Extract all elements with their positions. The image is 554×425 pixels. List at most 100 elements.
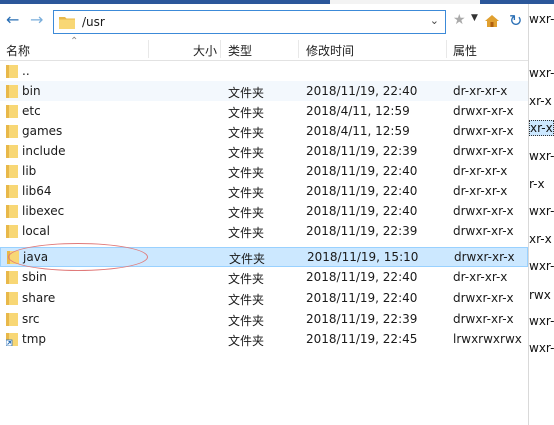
column-divider[interactable] [220, 40, 221, 58]
adjacent-perm-text: wxr- [529, 341, 554, 355]
file-type: 文件夹 [228, 206, 265, 220]
file-name: lib [22, 164, 37, 178]
file-modified: 2018/11/19, 22:39 [306, 224, 418, 238]
file-row-java[interactable]: java 文件夹 2018/11/19, 15:10 drwxr-xr-x [0, 243, 528, 271]
file-row-etc[interactable]: etc 文件夹 2018/4/11, 12:59 drwxr-xr-x [0, 101, 528, 121]
file-row-share[interactable]: share 文件夹 2018/11/19, 22:40 drwxr-xr-x [0, 288, 528, 308]
adjacent-perm-text: wxr- [529, 314, 554, 328]
file-permissions: dr-xr-xr-x [453, 164, 508, 178]
folder-icon [6, 313, 18, 326]
file-permissions: drwxr-xr-x [453, 224, 514, 238]
column-size[interactable]: 大小 [193, 42, 217, 59]
file-name: bin [22, 84, 41, 98]
address-bar[interactable]: /usr ⌄ [53, 10, 446, 34]
adjacent-perm-text: xr-x [529, 120, 554, 136]
folder-icon [59, 17, 75, 29]
column-divider[interactable] [148, 40, 149, 58]
file-permissions: lrwxrwxrwx [453, 332, 522, 346]
folder-icon [6, 185, 18, 198]
folder-icon [6, 65, 18, 78]
adjacent-perm-text: wxr- [529, 204, 554, 218]
file-name: src [22, 312, 40, 326]
file-row-parent[interactable]: .. [0, 61, 528, 81]
file-row-tmp[interactable]: tmp 文件夹 2018/11/19, 22:45 lrwxrwxrwx [0, 329, 528, 349]
file-type: 文件夹 [228, 334, 265, 348]
file-modified: 2018/11/19, 22:39 [306, 144, 418, 158]
folder-icon [6, 145, 18, 158]
file-permissions: dr-xr-xr-x [453, 184, 508, 198]
forward-arrow-icon[interactable]: → [30, 12, 43, 28]
home-icon[interactable] [485, 15, 499, 27]
file-permissions: drwxr-xr-x [453, 144, 514, 158]
file-row-bin[interactable]: bin 文件夹 2018/11/19, 22:40 dr-xr-xr-x [0, 81, 528, 101]
file-permissions: drwxr-xr-x [453, 124, 514, 138]
folder-icon [6, 85, 18, 98]
symlink-folder-icon [6, 333, 18, 346]
adjacent-perm-text: r-x [529, 177, 545, 191]
file-modified: 2018/11/19, 22:40 [306, 184, 418, 198]
adjacent-perm-text: wxr- [529, 12, 554, 26]
file-row-include[interactable]: include 文件夹 2018/11/19, 22:39 drwxr-xr-x [0, 141, 528, 161]
file-row-lib64[interactable]: lib64 文件夹 2018/11/19, 22:40 dr-xr-xr-x [0, 181, 528, 201]
refresh-icon[interactable]: ↻ [509, 11, 522, 30]
file-type: 文件夹 [228, 106, 265, 120]
back-arrow-icon[interactable]: ← [6, 12, 19, 28]
file-row-local[interactable]: local 文件夹 2018/11/19, 22:39 drwxr-xr-x [0, 221, 528, 241]
file-permissions: drwxr-xr-x [453, 312, 514, 326]
folder-icon [6, 292, 18, 305]
bookmark-star-icon[interactable]: ★ [453, 12, 466, 28]
folder-icon [6, 165, 18, 178]
bookmark-dropdown-icon[interactable]: ▼ [471, 13, 478, 23]
file-modified: 2018/11/19, 22:39 [306, 312, 418, 326]
file-row-sbin[interactable]: sbin 文件夹 2018/11/19, 22:40 dr-xr-xr-x [0, 267, 528, 287]
adjacent-perm-text: wxr- [529, 149, 554, 163]
file-modified: 2018/11/19, 22:40 [306, 164, 418, 178]
file-permissions: drwxr-xr-x [453, 104, 514, 118]
file-name: local [22, 224, 50, 238]
file-modified: 2018/11/19, 22:40 [306, 270, 418, 284]
file-type: 文件夹 [228, 126, 265, 140]
file-row-games[interactable]: games 文件夹 2018/4/11, 12:59 drwxr-xr-x [0, 121, 528, 141]
adjacent-perm-text: wxr- [529, 66, 554, 80]
column-permissions[interactable]: 属性 [453, 42, 477, 59]
adjacent-pane: wxr- wxr- xr-x xr-x wxr- r-x wxr- xr-x w… [528, 4, 554, 425]
file-name: games [22, 124, 63, 138]
column-name[interactable]: 名称 [6, 42, 30, 59]
file-name: libexec [22, 204, 65, 218]
adjacent-perm-text: xr-x [529, 232, 552, 246]
file-name: lib64 [22, 184, 52, 198]
file-list: .. bin 文件夹 2018/11/19, 22:40 dr-xr-xr-x … [0, 61, 528, 425]
file-type: 文件夹 [228, 186, 265, 200]
address-path: /usr [82, 15, 105, 29]
adjacent-perm-text: wxr- [529, 259, 554, 273]
file-modified: 2018/11/19, 22:40 [306, 291, 418, 305]
adjacent-perm-text: xr-x [529, 94, 552, 108]
file-permissions: dr-xr-xr-x [453, 270, 508, 284]
file-row-libexec[interactable]: libexec 文件夹 2018/11/19, 22:40 drwxr-xr-x [0, 201, 528, 221]
file-name: .. [22, 64, 30, 78]
file-type: 文件夹 [228, 146, 265, 160]
column-divider[interactable] [298, 40, 299, 58]
folder-icon [6, 205, 18, 218]
file-row-src[interactable]: src 文件夹 2018/11/19, 22:39 drwxr-xr-x [0, 309, 528, 329]
file-modified: 2018/11/19, 22:40 [306, 204, 418, 218]
adjacent-perm-text: rwx [529, 288, 551, 302]
folder-icon [6, 105, 18, 118]
column-modified[interactable]: 修改时间 [306, 42, 354, 59]
file-modified: 2018/11/19, 15:10 [307, 250, 419, 264]
column-header: 名称 ⌃ 大小 类型 修改时间 属性 [0, 36, 528, 61]
chevron-down-icon[interactable]: ⌄ [430, 14, 439, 27]
file-type: 文件夹 [228, 293, 265, 307]
file-name: include [22, 144, 66, 158]
file-type: 文件夹 [228, 314, 265, 328]
column-type[interactable]: 类型 [228, 42, 252, 59]
file-permissions: drwxr-xr-x [453, 204, 514, 218]
file-type: 文件夹 [228, 226, 265, 240]
navigation-bar: ← → /usr ⌄ ★ ▼ ↻ [0, 4, 528, 38]
file-modified: 2018/11/19, 22:40 [306, 84, 418, 98]
column-divider[interactable] [446, 40, 447, 58]
sort-ascending-icon: ⌃ [70, 36, 79, 47]
file-row-lib[interactable]: lib 文件夹 2018/11/19, 22:40 dr-xr-xr-x [0, 161, 528, 181]
folder-icon [6, 225, 18, 238]
file-type: 文件夹 [228, 86, 265, 100]
